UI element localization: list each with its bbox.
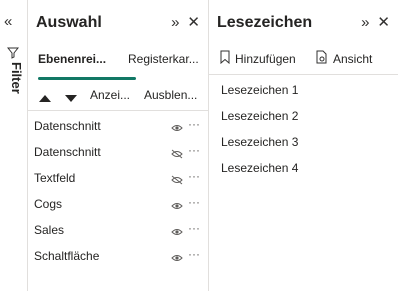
more-options-icon[interactable]: ··· — [188, 143, 200, 157]
item-label: Datenschnitt — [34, 119, 101, 133]
item-label: Schaltfläche — [34, 249, 100, 263]
expand-pane-icon[interactable]: » — [171, 14, 179, 32]
list-item[interactable]: Sales ··· — [28, 218, 208, 244]
close-pane-icon[interactable]: ✕ — [187, 14, 200, 32]
bookmark-item[interactable]: Lesezeichen 2 — [209, 104, 398, 130]
expand-pane-icon[interactable]: » — [361, 14, 369, 32]
selection-tabs: Ebenenrei... Registerkar... — [28, 52, 208, 80]
more-options-icon[interactable]: ··· — [188, 117, 200, 131]
bookmark-label: Lesezeichen 2 — [221, 109, 299, 123]
bookmark-label: Lesezeichen 3 — [221, 135, 299, 149]
bookmark-label: Lesezeichen 1 — [221, 83, 299, 97]
item-label: Textfeld — [34, 171, 76, 185]
divider — [209, 74, 398, 75]
show-all-button[interactable]: Anzei... — [90, 88, 130, 102]
collapse-panes-icon[interactable]: « — [4, 14, 12, 29]
item-label: Datenschnitt — [34, 145, 101, 159]
view-icon — [315, 50, 329, 67]
more-options-icon[interactable]: ··· — [188, 169, 200, 183]
visibility-hidden-icon[interactable] — [171, 146, 183, 164]
more-options-icon[interactable]: ··· — [188, 195, 200, 209]
list-item[interactable]: Datenschnitt ··· — [28, 114, 208, 140]
visibility-eye-icon[interactable] — [171, 198, 183, 216]
bookmarks-pane-title: Lesezeichen — [217, 14, 313, 31]
view-label: Ansicht — [333, 51, 373, 66]
bookmarks-toolbar: Hinzufügen Ansicht — [209, 50, 398, 70]
divider — [28, 110, 208, 111]
visibility-eye-icon[interactable] — [171, 250, 183, 268]
tab-layer-order[interactable]: Ebenenrei... — [38, 52, 106, 66]
filter-pane-collapsed[interactable]: « Filter — [0, 0, 28, 291]
selection-pane-title: Auswahl — [36, 14, 102, 31]
list-item[interactable]: Datenschnitt ··· — [28, 140, 208, 166]
item-label: Cogs — [34, 197, 63, 211]
list-item[interactable]: Schaltfläche ··· — [28, 244, 208, 270]
item-label: Sales — [34, 223, 65, 237]
selection-toolbar: Anzei... Ausblen... — [28, 88, 208, 104]
bookmark-item[interactable]: Lesezeichen 4 — [209, 156, 398, 182]
selection-list: Datenschnitt ··· Datenschnitt ··· Textfe… — [28, 114, 208, 270]
selection-pane: Auswahl » ✕ Ebenenrei... Registerkar... … — [28, 0, 209, 291]
bookmarks-list: Lesezeichen 1 Lesezeichen 2 Lesezeichen … — [209, 78, 398, 182]
tab-tab-order[interactable]: Registerkar... — [128, 52, 199, 66]
add-bookmark-label: Hinzufügen — [235, 51, 296, 66]
active-tab-indicator — [38, 77, 136, 80]
list-item[interactable]: Textfeld ··· — [28, 166, 208, 192]
visibility-eye-icon[interactable] — [171, 224, 183, 242]
view-button[interactable]: Ansicht — [315, 50, 372, 67]
more-options-icon[interactable]: ··· — [188, 221, 200, 235]
close-pane-icon[interactable]: ✕ — [377, 14, 390, 32]
bookmark-add-icon — [219, 50, 231, 67]
visibility-hidden-icon[interactable] — [171, 172, 183, 190]
visibility-eye-icon[interactable] — [171, 120, 183, 138]
bookmark-label: Lesezeichen 4 — [221, 161, 299, 175]
more-options-icon[interactable]: ··· — [188, 247, 200, 261]
bookmarks-pane: Lesezeichen » ✕ Hinzufügen Ansicht Lesez… — [209, 0, 398, 291]
move-down-icon[interactable] — [64, 90, 78, 108]
bookmark-item[interactable]: Lesezeichen 3 — [209, 130, 398, 156]
filter-pane-label[interactable]: Filter — [2, 62, 24, 122]
list-item[interactable]: Cogs ··· — [28, 192, 208, 218]
hide-all-button[interactable]: Ausblen... — [144, 88, 197, 102]
bookmark-item[interactable]: Lesezeichen 1 — [209, 78, 398, 104]
move-up-icon[interactable] — [38, 90, 52, 108]
add-bookmark-button[interactable]: Hinzufügen — [219, 50, 296, 67]
